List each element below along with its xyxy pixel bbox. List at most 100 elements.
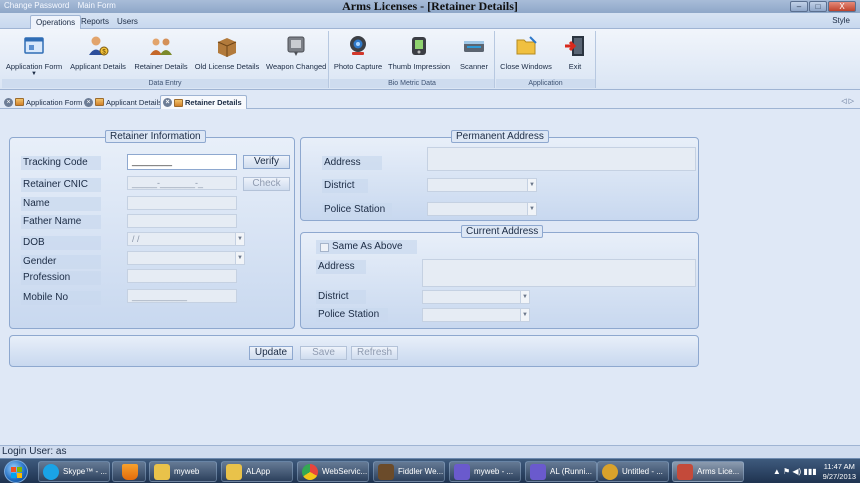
scanner-button[interactable]: Scanner (456, 34, 492, 71)
same-as-above-checkbox-label[interactable]: Same As Above (316, 240, 417, 254)
permanent-police-station-select[interactable]: ▼ (427, 202, 537, 216)
father-name-input[interactable] (127, 214, 237, 228)
profession-input[interactable] (127, 269, 237, 283)
ribbon-group-biometric: Photo Capture Thumb Impression Scanner B… (330, 31, 495, 88)
current-police-station-select[interactable]: ▼ (422, 308, 530, 322)
name-input[interactable] (127, 196, 237, 210)
current-district-label: District (316, 290, 366, 304)
retainer-information-panel: Retainer Information Tracking Code _____… (9, 130, 295, 329)
form-icon (95, 98, 104, 106)
same-as-above-checkbox[interactable] (320, 243, 329, 252)
weapon-changed-icon (284, 34, 308, 58)
form-icon (174, 98, 183, 107)
window-controls: – □ X (790, 1, 856, 12)
close-windows-icon (514, 34, 538, 58)
photo-capture-button[interactable]: Photo Capture (332, 34, 384, 71)
windows-logo-icon (11, 467, 22, 478)
taskbar-item-skype[interactable]: Skype™ - ... (38, 461, 110, 482)
permanent-address-input[interactable] (427, 147, 696, 171)
tab-users[interactable]: Users (112, 15, 143, 29)
permanent-address-legend: Permanent Address (451, 130, 549, 143)
current-address-input[interactable] (422, 259, 696, 287)
retainer-information-legend: Retainer Information (105, 130, 206, 143)
group-title-application: Application (496, 79, 595, 88)
group-title-biometric: Bio Metric Data (330, 79, 494, 88)
retainer-cnic-input[interactable]: _____-_______-_ (127, 176, 237, 190)
tracking-code-label: Tracking Code (21, 156, 101, 170)
style-menu[interactable]: Style (832, 16, 850, 25)
check-button[interactable]: Check (243, 177, 290, 191)
taskbar-item-vlc[interactable] (112, 461, 146, 482)
exit-button[interactable]: Exit (560, 34, 590, 71)
folder-icon (226, 464, 242, 480)
taskbar-item-chrome[interactable]: WebServic... (297, 461, 369, 482)
thumb-impression-button[interactable]: Thumb Impression (388, 34, 450, 71)
taskbar-item-myweb-folder[interactable]: myweb (149, 461, 217, 482)
mobile-no-label: Mobile No (21, 291, 101, 305)
fingerprint-scanner-icon (407, 34, 431, 58)
clock[interactable]: 11:47 AM 9/27/2013 (823, 462, 856, 482)
minimize-button[interactable]: – (790, 1, 808, 12)
chevron-down-icon[interactable]: ▼ (235, 252, 244, 264)
maximize-button[interactable]: □ (809, 1, 827, 12)
close-tab-icon[interactable]: × (84, 97, 93, 107)
taskbar-item-paint[interactable]: Untitled - ... (597, 461, 669, 482)
taskbar-item-visual-studio-al[interactable]: AL (Runni... (525, 461, 597, 482)
close-tab-icon[interactable]: × (163, 98, 172, 107)
tracking-code-input[interactable]: ________ (127, 154, 237, 170)
applicant-details-button[interactable]: $ Applicant Details (69, 34, 127, 71)
scanner-icon (462, 34, 486, 58)
tab-operations[interactable]: Operations (30, 15, 82, 29)
folder-icon (154, 464, 170, 480)
mobile-no-input[interactable]: ___________ (127, 289, 237, 303)
retainer-details-button[interactable]: Retainer Details (133, 34, 189, 71)
gender-select[interactable]: ▼ (127, 251, 245, 265)
taskbar-item-fiddler[interactable]: Fiddler We... (373, 461, 445, 482)
current-address-label: Address (316, 260, 366, 274)
ribbon-tabs: Operations Reports Users Style (0, 13, 860, 29)
dob-picker[interactable]: / / ▼ (127, 232, 245, 246)
doc-tab-retainer-details[interactable]: × Retainer Details (160, 95, 247, 109)
weapon-changed-button[interactable]: Weapon Changed (266, 34, 326, 71)
current-district-select[interactable]: ▼ (422, 290, 530, 304)
close-button[interactable]: X (828, 1, 856, 12)
application-form-icon (22, 34, 46, 58)
retainer-cnic-label: Retainer CNIC (21, 178, 101, 192)
update-button[interactable]: Update (249, 346, 293, 360)
permanent-district-label: District (322, 179, 368, 193)
old-license-details-button[interactable]: Old License Details (194, 34, 260, 71)
chevron-down-icon[interactable]: ▼ (520, 309, 529, 321)
start-button[interactable] (4, 460, 28, 483)
doc-tab-application-form[interactable]: × Application Form (2, 95, 82, 109)
chevron-down-icon[interactable]: ▼ (520, 291, 529, 303)
tab-scroll-arrows[interactable]: ◁ ▷ (841, 97, 854, 105)
system-tray: ▲ ⚑ ◀) ▮▮▮ 11:47 AM 9/27/2013 (773, 461, 856, 482)
group-title-data-entry: Data Entry (2, 79, 328, 88)
name-label: Name (21, 197, 101, 211)
tray-icons[interactable]: ▲ ⚑ ◀) ▮▮▮ (773, 467, 817, 476)
verify-button[interactable]: Verify (243, 155, 290, 169)
application-form-button[interactable]: Application Form ▼ (5, 34, 63, 77)
vlc-cone-icon (122, 464, 138, 480)
chevron-down-icon[interactable]: ▼ (235, 233, 244, 245)
chevron-down-icon[interactable]: ▼ (527, 203, 536, 215)
chevron-down-icon[interactable]: ▼ (527, 179, 536, 191)
save-button[interactable]: Save (300, 346, 347, 360)
paint-palette-icon (602, 464, 618, 480)
permanent-address-label: Address (322, 156, 382, 170)
taskbar-item-visual-studio-myweb[interactable]: myweb - ... (449, 461, 521, 482)
gender-label: Gender (21, 255, 101, 269)
ribbon: Application Form ▼ $ Applicant Details R… (0, 29, 860, 90)
taskbar-item-arms-licenses[interactable]: Arms Lice... (672, 461, 744, 482)
taskbar-item-alapp-folder[interactable]: ALApp (221, 461, 293, 482)
tab-reports[interactable]: Reports (76, 15, 114, 29)
refresh-button[interactable]: Refresh (351, 346, 398, 360)
doc-tab-applicant-details[interactable]: × Applicant Details (82, 95, 162, 109)
chevron-down-icon[interactable]: ▼ (5, 71, 63, 77)
form-icon (15, 98, 24, 106)
close-windows-button[interactable]: Close Windows (499, 34, 553, 71)
visual-studio-icon (454, 464, 470, 480)
permanent-district-select[interactable]: ▼ (427, 178, 537, 192)
dob-label: DOB (21, 236, 101, 250)
close-tab-icon[interactable]: × (4, 97, 13, 107)
